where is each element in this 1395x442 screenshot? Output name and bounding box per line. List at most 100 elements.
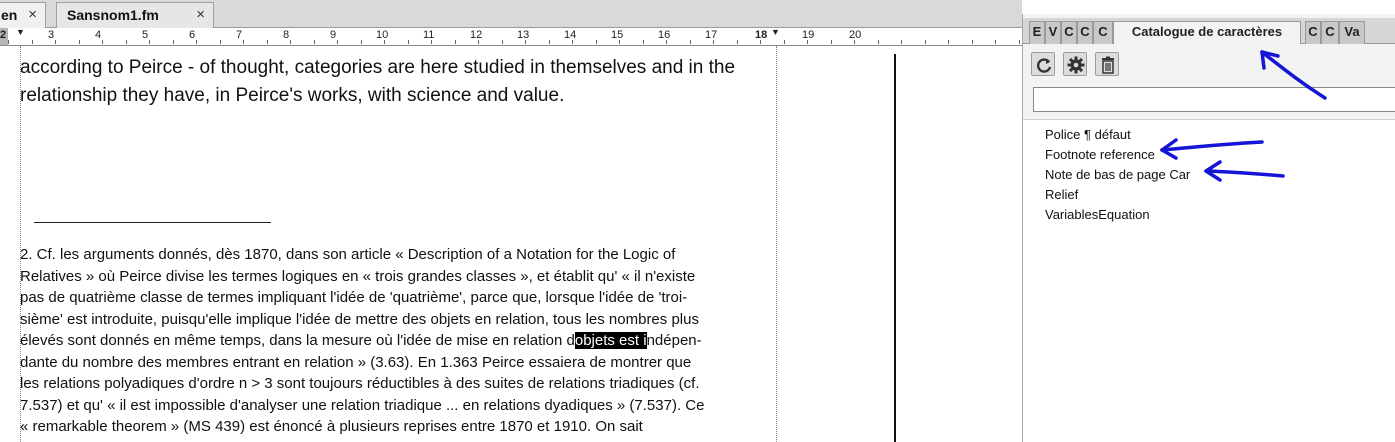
ruler-tick <box>713 40 714 44</box>
ruler-tick <box>501 40 503 44</box>
panel-tab[interactable]: C <box>1321 21 1339 44</box>
delete-icon <box>1102 56 1114 74</box>
footnote-line: élevés sont donnés en même temps, dans l… <box>20 330 780 352</box>
ruler-number: 12 <box>470 29 483 41</box>
ruler-tick <box>548 40 550 44</box>
document-tab-active[interactable]: Sansnom1.fm × <box>56 2 214 28</box>
ruler-tick <box>971 40 973 44</box>
ruler-number: 4 <box>95 29 102 41</box>
ruler-tick <box>736 40 738 44</box>
panel-tab[interactable]: Va <box>1339 21 1365 44</box>
ruler-tick <box>102 40 103 44</box>
document-tab-bar: en × Sansnom1.fm × <box>0 0 1022 28</box>
ruler-number: 9 <box>330 29 337 41</box>
ruler-tick <box>172 40 174 44</box>
delete-button[interactable] <box>1095 52 1119 76</box>
footnote-line: Relatives » où Peirce divise les termes … <box>20 267 696 285</box>
ruler-tick <box>125 40 127 44</box>
ruler-tick <box>8 40 9 44</box>
list-item[interactable]: Note de bas de page Car <box>1045 165 1190 185</box>
panel-tab[interactable]: C <box>1093 21 1113 44</box>
document-tab-label: en <box>1 7 18 23</box>
refresh-icon <box>1037 58 1052 73</box>
ruler-number: 17 <box>705 29 718 41</box>
body-paragraph[interactable]: according to Peirce - of thought, catego… <box>20 54 780 110</box>
panel-tab[interactable]: C <box>1077 21 1093 44</box>
ruler-number: 19 <box>802 29 815 41</box>
footnote-paragraph[interactable]: 2. Cf. les arguments donnés, dès 1870, d… <box>20 244 780 438</box>
list-item[interactable]: Police ¶ défaut <box>1045 125 1131 145</box>
ruler-tick <box>431 40 432 44</box>
character-catalog-panel: E V C C C Catalogue de caractères C C Va <box>1022 14 1395 442</box>
document-tab-label: Sansnom1.fm <box>67 7 159 23</box>
ruler-number: 16 <box>658 29 671 41</box>
ruler-number: 2 <box>0 29 7 41</box>
ruler-tick <box>619 40 620 44</box>
close-icon[interactable]: × <box>196 3 205 27</box>
ruler-number: 13 <box>517 29 530 41</box>
ruler-tick <box>266 40 268 44</box>
page-edge <box>894 54 896 442</box>
ruler-tick <box>783 40 785 44</box>
refresh-button[interactable] <box>1031 52 1055 76</box>
ruler-number: 18 <box>755 29 768 41</box>
panel-tab-catalogue[interactable]: Catalogue de caractères <box>1113 21 1301 44</box>
footnote-line: « remarkable theorem » (MS 439) est énon… <box>20 418 643 435</box>
ruler-tick <box>313 40 315 44</box>
ruler-tick <box>642 40 644 44</box>
close-icon[interactable]: × <box>28 3 37 27</box>
settings-button[interactable] <box>1063 52 1087 76</box>
ruler-tick <box>384 40 385 44</box>
list-item[interactable]: VariablesEquation <box>1045 205 1150 225</box>
footnote-text: ndépen- <box>646 332 702 349</box>
indent-marker-icon[interactable]: ▼ <box>16 28 25 37</box>
ruler-number: 10 <box>376 29 389 41</box>
ruler-tick <box>760 40 761 44</box>
footnote-line: dante du nombre des membres entrant en r… <box>20 353 692 371</box>
ruler-number: 11 <box>423 29 435 41</box>
footnote-separator <box>34 222 271 223</box>
panel-tab[interactable]: V <box>1045 21 1061 44</box>
ruler-number: 5 <box>142 29 149 41</box>
footnote-line: les relations polyadiques d'ordre n > 3 … <box>20 375 700 392</box>
ruler-tick <box>243 40 244 44</box>
ruler-tick <box>149 40 150 44</box>
footnote-line: sième' est introduite, puisqu'elle impli… <box>20 310 699 328</box>
body-line: relationship they have, in Peirce's work… <box>20 85 565 106</box>
list-item[interactable]: Relief <box>1045 185 1078 205</box>
ruler-tick <box>78 40 80 44</box>
ruler-tick <box>877 40 879 44</box>
catalog-search-input[interactable] <box>1033 87 1395 112</box>
ruler-tick <box>901 40 902 44</box>
footnote-line: pas de quatrième classe de termes impliq… <box>20 289 688 306</box>
panel-tab[interactable]: C <box>1305 21 1321 44</box>
ruler-tick <box>478 40 479 44</box>
ruler-tick <box>924 40 926 44</box>
panel-tab-bar: E V C C C Catalogue de caractères C C Va <box>1023 18 1395 44</box>
document-canvas[interactable]: according to Peirce - of thought, catego… <box>0 46 1022 442</box>
ruler-tick <box>360 40 362 44</box>
panel-tab[interactable]: C <box>1061 21 1077 44</box>
ruler-tick <box>830 40 832 44</box>
text-selection[interactable]: objets est i <box>574 332 647 349</box>
ruler-tick <box>595 40 597 44</box>
ruler-tick <box>525 40 526 44</box>
ruler-tick <box>454 40 456 44</box>
footnote-text: élevés sont donnés en même temps, dans l… <box>20 332 575 349</box>
ruler-tick <box>219 40 221 44</box>
gear-icon <box>1067 56 1085 74</box>
footnote-line: 7.537) et qu' « il est impossible d'anal… <box>20 396 705 414</box>
ruler-tick <box>948 40 949 44</box>
ruler-number: 8 <box>283 29 290 41</box>
ruler-tick <box>407 40 409 44</box>
ruler-tick <box>31 40 33 44</box>
list-item[interactable]: Footnote reference <box>1045 145 1155 165</box>
indent-marker-icon[interactable]: ▼ <box>771 28 780 37</box>
ruler-tick <box>854 40 855 44</box>
ruler[interactable]: 2 ▼ 3 4 5 6 7 8 9 10 11 12 13 14 15 16 1… <box>0 28 1022 46</box>
ruler-tick <box>196 40 197 44</box>
ruler-number: 3 <box>48 29 55 41</box>
document-tab[interactable]: en × <box>0 2 46 28</box>
ruler-tick <box>689 40 691 44</box>
panel-tab[interactable]: E <box>1029 21 1045 44</box>
